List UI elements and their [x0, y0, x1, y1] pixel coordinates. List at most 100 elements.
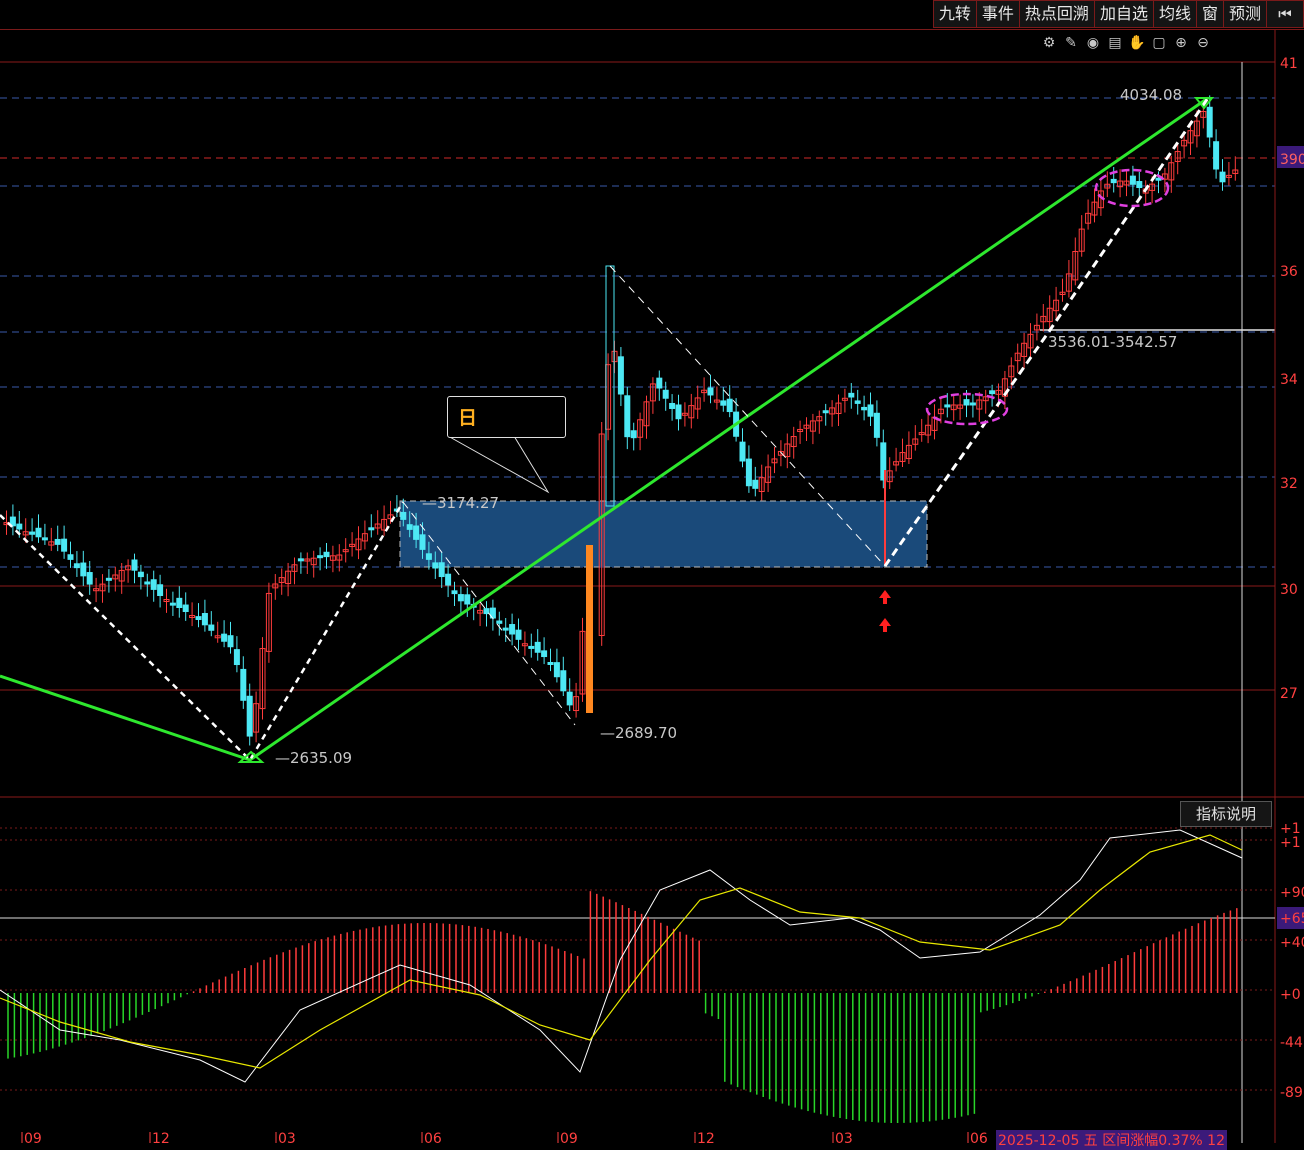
- macd-axis-label: -89: [1280, 1085, 1303, 1101]
- macd-axis-label: +1: [1280, 835, 1301, 851]
- kline-chart[interactable]: 4034.08 —2635.09 —3174.27 —2689.70 3536.01-3…: [0, 0, 1304, 1143]
- price-axis-label: 41: [1280, 56, 1298, 72]
- candle: [157, 584, 164, 596]
- price-axis-label: 27: [1280, 686, 1298, 702]
- candle: [707, 387, 714, 396]
- x-axis-label: 12: [697, 1131, 715, 1143]
- candle: [240, 668, 247, 701]
- candle: [944, 404, 951, 408]
- candle: [150, 579, 157, 590]
- x-axis-label: 03: [278, 1131, 296, 1143]
- candle: [432, 562, 439, 569]
- macd-dea-line: [0, 834, 1243, 1069]
- candle: [566, 691, 573, 706]
- candle: [873, 412, 880, 438]
- x-axis-label: 06: [970, 1131, 988, 1143]
- macd-axis-label: +40: [1280, 935, 1304, 951]
- green-trend-line: [0, 96, 1209, 762]
- candle: [1219, 171, 1226, 183]
- status-text: 2025-12-05 五 区间涨幅0.37% 12: [996, 1130, 1228, 1150]
- candle: [419, 534, 426, 550]
- period-label: 日: [458, 407, 478, 429]
- candle: [541, 650, 548, 658]
- candle: [1129, 175, 1136, 185]
- candle: [368, 527, 375, 531]
- candle: [745, 458, 752, 487]
- candle: [464, 594, 471, 605]
- candle: [630, 430, 637, 439]
- candle: [86, 572, 93, 585]
- candle: [509, 624, 516, 635]
- buy-arrow-icon: [879, 590, 891, 604]
- spike-candle: [605, 265, 615, 507]
- candle: [534, 641, 541, 653]
- callout-pointer: [447, 435, 550, 494]
- candle: [80, 562, 87, 577]
- price-axis-label: 36: [1280, 264, 1298, 280]
- annotation-high: 4034.08: [1120, 86, 1182, 104]
- candle: [528, 645, 535, 649]
- x-axis-label: 09: [24, 1131, 42, 1143]
- annotation-range: 3536.01-3542.57: [1048, 333, 1177, 351]
- candle: [73, 563, 80, 569]
- candle: [16, 523, 23, 530]
- price-axis-label: 32: [1280, 476, 1298, 492]
- x-axis-label: 06: [424, 1131, 442, 1143]
- candle: [617, 356, 624, 395]
- candle: [176, 597, 183, 609]
- candle: [1110, 178, 1117, 184]
- candle: [137, 571, 144, 578]
- candle: [854, 400, 861, 404]
- candle: [496, 620, 503, 624]
- indicator-explain-button[interactable]: 指标说明: [1180, 801, 1272, 827]
- candle: [105, 577, 112, 581]
- price-axis-label: 34: [1280, 372, 1298, 388]
- candle: [41, 537, 48, 541]
- candle: [560, 670, 567, 692]
- candle: [297, 558, 304, 562]
- candle: [515, 629, 522, 640]
- candle: [406, 524, 413, 530]
- macd-axis-label: +65: [1280, 911, 1304, 927]
- candle: [61, 538, 68, 552]
- annotation-swing_low: —2689.70: [600, 724, 677, 742]
- candle: [201, 613, 208, 626]
- candle: [553, 662, 560, 678]
- candle: [208, 624, 215, 631]
- candle: [502, 627, 509, 631]
- candle: [624, 395, 631, 438]
- candle: [323, 551, 330, 558]
- candle: [1155, 177, 1162, 181]
- candle: [317, 555, 324, 559]
- candle: [195, 616, 202, 620]
- candle: [720, 400, 727, 406]
- candle: [669, 402, 676, 409]
- macd-axis-label: -44: [1280, 1035, 1303, 1051]
- candle: [739, 441, 746, 462]
- candle: [675, 404, 682, 420]
- candle: [413, 525, 420, 540]
- candle: [35, 527, 42, 538]
- candle: [169, 602, 176, 606]
- candle: [67, 554, 74, 560]
- candle: [425, 553, 432, 560]
- x-axis-label: 03: [835, 1131, 853, 1143]
- candle: [227, 635, 234, 648]
- candle: [547, 661, 554, 665]
- macd-axis-label: +0: [1280, 987, 1301, 1003]
- macd-axis-label: +90: [1280, 885, 1304, 901]
- candle: [752, 479, 759, 489]
- candle: [822, 410, 829, 414]
- candle: [969, 402, 976, 406]
- price-axis-label: 390: [1280, 152, 1304, 168]
- candle: [1213, 141, 1220, 170]
- candle: [182, 604, 189, 613]
- buy-arrow-icon: [879, 618, 891, 632]
- candle: [848, 392, 855, 398]
- period-callout: 日: [447, 396, 566, 438]
- candle: [867, 404, 874, 417]
- candle: [989, 390, 996, 395]
- candle: [1136, 181, 1143, 188]
- candle: [400, 511, 407, 520]
- annotation-swing_high: —3174.27: [422, 494, 499, 512]
